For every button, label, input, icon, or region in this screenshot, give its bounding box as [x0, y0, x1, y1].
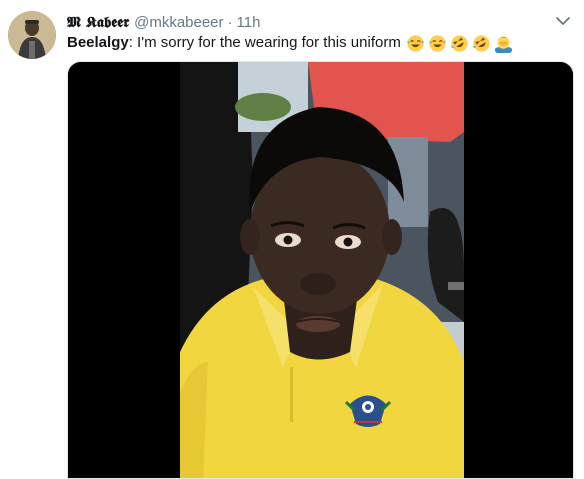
separator-dot: ·: [227, 13, 233, 31]
avatar-image: [8, 11, 56, 59]
tweet-header: 𝕸 𝕶𝖆𝖇𝖊𝖊𝖗 @mkkabeeer · 11h: [67, 12, 260, 32]
tweet-card[interactable]: 𝕸 𝕶𝖆𝖇𝖊𝖊𝖗 @mkkabeeer · 11h Beelalgy : I'm…: [0, 0, 584, 479]
user-handle[interactable]: @mkkabeeer: [134, 14, 223, 31]
tweet-video[interactable]: [67, 61, 574, 479]
face-with-tears-of-joy-icon: [406, 34, 424, 52]
timestamp[interactable]: 11h: [237, 14, 261, 31]
video-frame: [68, 62, 573, 478]
chevron-down-icon[interactable]: [554, 14, 572, 28]
avatar[interactable]: [8, 11, 56, 59]
rolling-on-floor-laughing-icon: [450, 34, 468, 52]
tweet-body: : I'm sorry for the wearing for this uni…: [128, 34, 401, 51]
video-scene: [180, 62, 464, 478]
rolling-on-floor-laughing-icon: [472, 34, 490, 52]
face-with-tears-of-joy-icon: [428, 34, 446, 52]
tweet-text: Beelalgy : I'm sorry for the wearing for…: [67, 33, 513, 53]
man-facepalming-icon: [494, 35, 512, 53]
display-name[interactable]: 𝕸 𝕶𝖆𝖇𝖊𝖊𝖗: [67, 13, 129, 31]
quoted-author: Beelalgy: [67, 34, 129, 51]
